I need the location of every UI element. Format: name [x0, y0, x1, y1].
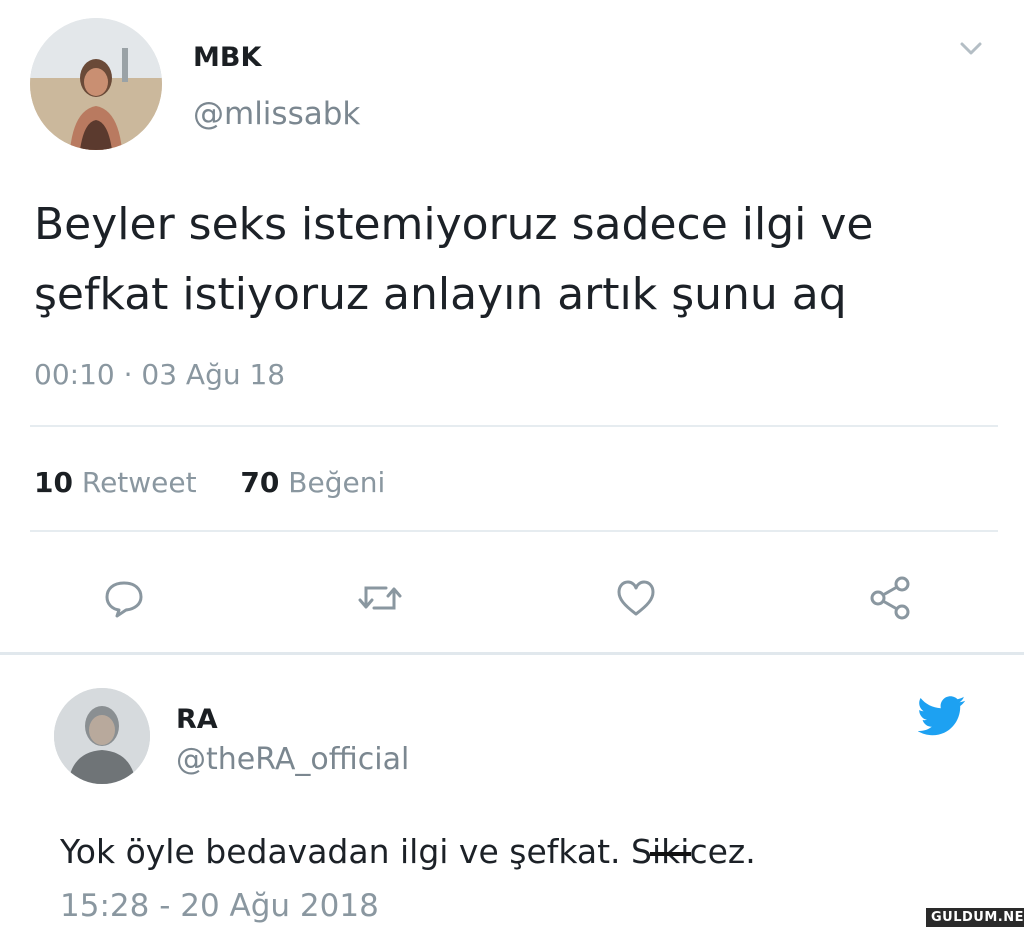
reply-text-end: cez. [689, 832, 756, 871]
user-handle[interactable]: @theRA_official [176, 742, 409, 777]
watermark: GULDUM.NET [926, 908, 1024, 927]
divider [0, 652, 1024, 655]
like-stat[interactable]: 70 Beğeni [240, 466, 385, 499]
censored-text: iki [649, 832, 692, 871]
like-count: 70 [240, 466, 280, 499]
twitter-bird-icon[interactable] [917, 696, 966, 740]
divider [30, 530, 998, 532]
divider [30, 425, 998, 427]
display-name[interactable]: MBK [193, 42, 261, 73]
chevron-down-icon[interactable] [956, 36, 986, 64]
retweet-label: Retweet [81, 466, 197, 499]
tweet-stats: 10 Retweet 70 Beğeni [34, 466, 385, 499]
avatar[interactable] [30, 18, 162, 150]
tweet-timestamp[interactable]: 00:10 · 03 Ağu 18 [34, 358, 285, 391]
retweet-icon[interactable] [356, 576, 402, 620]
like-icon[interactable] [614, 576, 658, 620]
retweet-stat[interactable]: 10 Retweet [34, 466, 197, 499]
reply-timestamp[interactable]: 15:28 - 20 Ağu 2018 [60, 888, 379, 924]
user-handle[interactable]: @mlissabk [193, 96, 360, 132]
retweet-count: 10 [34, 466, 73, 499]
reply-text: Yok öyle bedavadan ilgi ve şefkat. Sikic… [60, 832, 756, 871]
tweet-text: Beyler seks istemiyoruz sadece ilgi ve ş… [34, 199, 874, 320]
avatar[interactable] [54, 688, 150, 784]
reply-icon[interactable] [102, 576, 146, 620]
share-icon[interactable] [866, 574, 910, 620]
reply-text-start: Yok öyle bedavadan ilgi ve şefkat. S [60, 832, 652, 871]
display-name[interactable]: RA [176, 704, 218, 735]
like-label: Beğeni [288, 466, 386, 499]
